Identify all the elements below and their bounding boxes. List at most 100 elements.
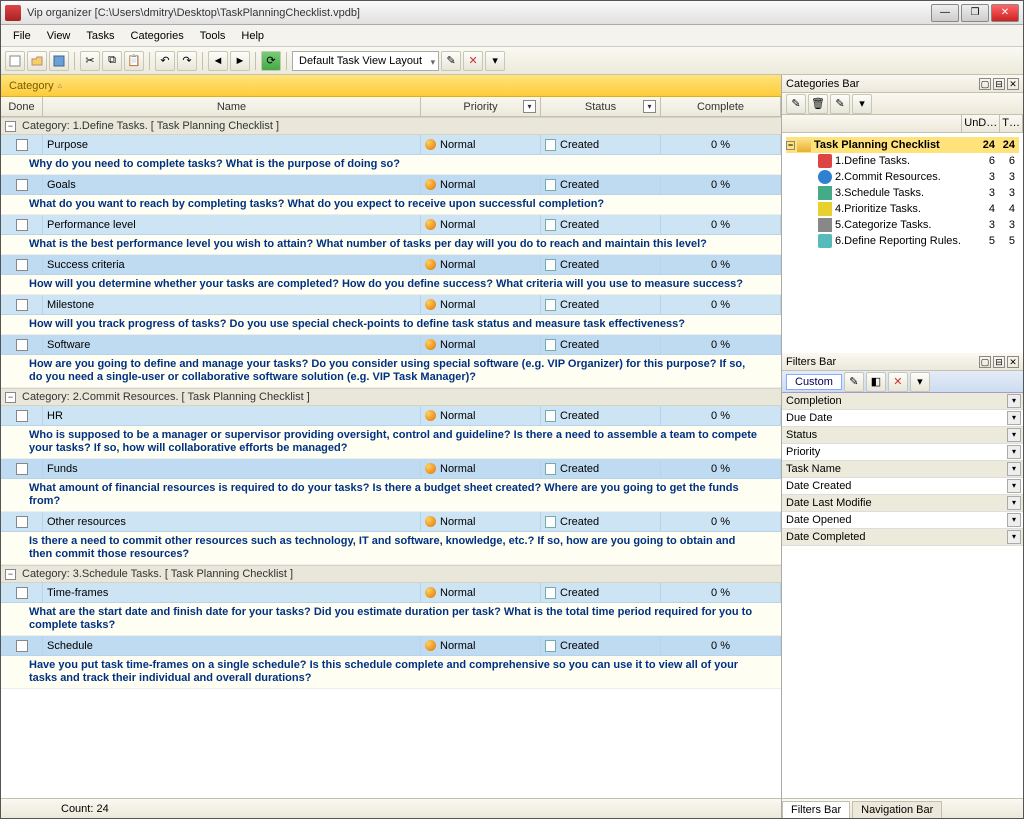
tab-filters-bar[interactable]: Filters Bar [782, 801, 850, 818]
task-row[interactable]: MilestoneNormalCreated0 % [1, 295, 781, 315]
filter-delete-icon[interactable]: ✕ [888, 372, 908, 392]
panel-menu-icon[interactable]: ▢ [979, 356, 991, 368]
chevron-down-icon[interactable]: ▾ [1007, 394, 1021, 408]
maximize-button[interactable]: ❐ [961, 4, 989, 22]
col-name[interactable]: Name [43, 97, 421, 116]
tree-item[interactable]: 1.Define Tasks.66 [786, 153, 1019, 169]
cat-edit-icon[interactable]: ✎ [830, 94, 850, 114]
task-row[interactable]: PurposeNormalCreated0 % [1, 135, 781, 155]
save-icon[interactable] [49, 51, 69, 71]
redo-icon[interactable]: ↷ [177, 51, 197, 71]
menu-tasks[interactable]: Tasks [78, 28, 122, 44]
categories-tree[interactable]: −Task Planning Checklist24241.Define Tas… [782, 133, 1023, 353]
filter-row[interactable]: Date Created▾ [782, 478, 1023, 495]
tree-item[interactable]: 2.Commit Resources.33 [786, 169, 1019, 185]
copy-icon[interactable]: ⧉ [102, 51, 122, 71]
filter-row[interactable]: Due Date▾ [782, 410, 1023, 427]
done-checkbox[interactable] [16, 179, 28, 191]
col-complete[interactable]: Complete [661, 97, 781, 116]
col-priority[interactable]: Priority▾ [421, 97, 541, 116]
done-checkbox[interactable] [16, 587, 28, 599]
minimize-button[interactable]: — [931, 4, 959, 22]
done-checkbox[interactable] [16, 299, 28, 311]
tab-navigation-bar[interactable]: Navigation Bar [852, 801, 942, 818]
chevron-down-icon[interactable]: ▾ [1007, 445, 1021, 459]
chevron-down-icon[interactable]: ▾ [1007, 479, 1021, 493]
chevron-down-icon[interactable]: ▾ [1007, 411, 1021, 425]
done-checkbox[interactable] [16, 139, 28, 151]
chevron-down-icon[interactable]: ▾ [1007, 428, 1021, 442]
done-checkbox[interactable] [16, 339, 28, 351]
new-icon[interactable] [5, 51, 25, 71]
panel-pin-icon[interactable]: ⊟ [993, 78, 1005, 90]
menu-file[interactable]: File [5, 28, 39, 44]
chevron-down-icon[interactable]: ▾ [643, 100, 656, 113]
done-checkbox[interactable] [16, 640, 28, 652]
filter-row[interactable]: Date Completed▾ [782, 529, 1023, 546]
group-by-header[interactable]: Category [1, 75, 781, 97]
tree-item[interactable]: 6.Define Reporting Rules.55 [786, 233, 1019, 249]
wand-icon[interactable]: ✎ [441, 51, 461, 71]
filter-row[interactable]: Status▾ [782, 427, 1023, 444]
chevron-down-icon[interactable]: ▾ [1007, 530, 1021, 544]
filter-row[interactable]: Completion▾ [782, 393, 1023, 410]
forward-icon[interactable]: ► [230, 51, 250, 71]
custom-filter-button[interactable]: Custom [786, 374, 842, 390]
panel-menu-icon[interactable]: ▢ [979, 78, 991, 90]
task-row[interactable]: Success criteriaNormalCreated0 % [1, 255, 781, 275]
panel-close-icon[interactable]: ✕ [1007, 78, 1019, 90]
task-row[interactable]: FundsNormalCreated0 % [1, 459, 781, 479]
collapse-icon[interactable]: − [786, 141, 795, 150]
task-row[interactable]: SoftwareNormalCreated0 % [1, 335, 781, 355]
chevron-down-icon[interactable]: ▾ [1007, 513, 1021, 527]
collapse-icon[interactable]: − [5, 569, 16, 580]
task-row[interactable]: GoalsNormalCreated0 % [1, 175, 781, 195]
menu-help[interactable]: Help [233, 28, 272, 44]
filter-row[interactable]: Date Opened▾ [782, 512, 1023, 529]
cat-filter-icon[interactable]: ▾ [852, 94, 872, 114]
category-row[interactable]: −Category: 1.Define Tasks. [ Task Planni… [1, 117, 781, 135]
task-row[interactable]: HRNormalCreated0 % [1, 406, 781, 426]
filter-wand-icon[interactable]: ✎ [844, 372, 864, 392]
task-row[interactable]: ScheduleNormalCreated0 % [1, 636, 781, 656]
cat-new-icon[interactable]: ✎ [786, 94, 806, 114]
undo-icon[interactable]: ↶ [155, 51, 175, 71]
col-status[interactable]: Status▾ [541, 97, 661, 116]
done-checkbox[interactable] [16, 219, 28, 231]
task-row[interactable]: Other resourcesNormalCreated0 % [1, 512, 781, 532]
collapse-icon[interactable]: − [5, 121, 16, 132]
tree-item[interactable]: 5.Categorize Tasks.33 [786, 217, 1019, 233]
filter-row[interactable]: Priority▾ [782, 444, 1023, 461]
tree-item[interactable]: 4.Prioritize Tasks.44 [786, 201, 1019, 217]
done-checkbox[interactable] [16, 463, 28, 475]
task-row[interactable]: Time-framesNormalCreated0 % [1, 583, 781, 603]
chevron-down-icon[interactable]: ▾ [1007, 496, 1021, 510]
tree-root[interactable]: −Task Planning Checklist2424 [786, 137, 1019, 153]
layout-selector[interactable]: Default Task View Layout [292, 51, 439, 71]
refresh-icon[interactable]: ⟳ [261, 51, 281, 71]
chevron-down-icon[interactable]: ▾ [1007, 462, 1021, 476]
panel-pin-icon[interactable]: ⊟ [993, 356, 1005, 368]
task-grid[interactable]: −Category: 1.Define Tasks. [ Task Planni… [1, 117, 781, 798]
task-row[interactable]: Performance levelNormalCreated0 % [1, 215, 781, 235]
layout-delete-icon[interactable]: ✕ [463, 51, 483, 71]
layout-dropdown-icon[interactable]: ▾ [485, 51, 505, 71]
menu-tools[interactable]: Tools [192, 28, 234, 44]
col-done[interactable]: Done [1, 97, 43, 116]
menu-categories[interactable]: Categories [123, 28, 192, 44]
filter-dropdown-icon[interactable]: ▾ [910, 372, 930, 392]
close-button[interactable]: ✕ [991, 4, 1019, 22]
open-icon[interactable] [27, 51, 47, 71]
done-checkbox[interactable] [16, 516, 28, 528]
menu-view[interactable]: View [39, 28, 79, 44]
filter-row[interactable]: Date Last Modifie▾ [782, 495, 1023, 512]
category-row[interactable]: −Category: 2.Commit Resources. [ Task Pl… [1, 388, 781, 406]
category-row[interactable]: −Category: 3.Schedule Tasks. [ Task Plan… [1, 565, 781, 583]
paste-icon[interactable]: 📋 [124, 51, 144, 71]
tree-item[interactable]: 3.Schedule Tasks.33 [786, 185, 1019, 201]
back-icon[interactable]: ◄ [208, 51, 228, 71]
cat-delete-icon[interactable]: 🗑 [808, 94, 828, 114]
filter-eraser-icon[interactable]: ◧ [866, 372, 886, 392]
panel-close-icon[interactable]: ✕ [1007, 356, 1019, 368]
filter-row[interactable]: Task Name▾ [782, 461, 1023, 478]
